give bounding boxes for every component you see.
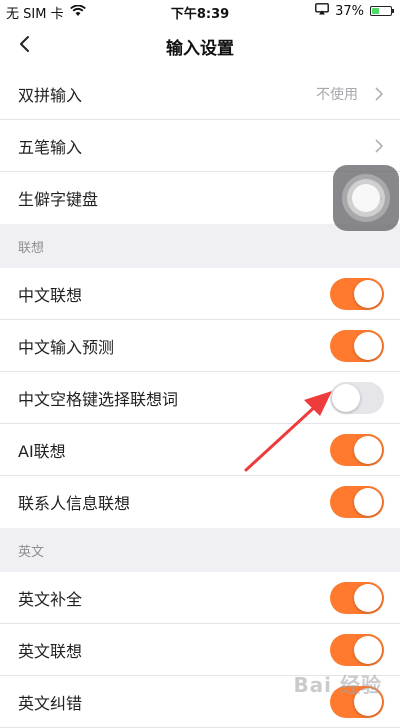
row-value: 不使用 <box>316 86 358 103</box>
row-label: 生僻字键盘 <box>18 190 99 209</box>
status-bar: 无 SIM 卡 下午8:39 37% <box>0 0 400 22</box>
page-title: 输入设置 <box>166 39 234 59</box>
settings-row-wubi[interactable]: 五笔输入 <box>0 120 400 172</box>
row-label: AI联想 <box>18 441 66 461</box>
english-completion-toggle[interactable] <box>330 581 384 614</box>
row-label: 联系人信息联想 <box>18 494 131 513</box>
row-label: 英文补全 <box>18 589 83 609</box>
settings-row-english-completion: 英文补全 <box>0 572 400 624</box>
toggle-knob <box>354 331 382 360</box>
battery-icon <box>370 6 394 16</box>
row-label: 中文联想 <box>18 285 83 305</box>
assistive-touch-button[interactable] <box>333 165 399 231</box>
ai-association-toggle[interactable] <box>330 433 384 466</box>
airplay-icon <box>315 3 329 19</box>
battery-level-fill <box>372 8 379 14</box>
chinese-prediction-toggle[interactable] <box>330 329 384 362</box>
section-header-english: 英文 <box>0 528 400 572</box>
row-label: 中文输入预测 <box>18 337 115 357</box>
navigation-bar: 输入设置 <box>0 22 400 68</box>
row-label: 双拼输入 <box>18 85 83 105</box>
toggle-knob <box>354 435 382 464</box>
chevron-right-icon <box>372 138 386 154</box>
english-association-toggle[interactable] <box>330 633 384 666</box>
section-header-association: 联想 <box>0 224 400 268</box>
contact-association-toggle[interactable] <box>330 486 384 518</box>
battery-percent: 37% <box>335 3 364 19</box>
toggle-knob <box>354 279 382 308</box>
row-label: 英文联想 <box>18 641 83 661</box>
toggle-knob <box>332 383 360 412</box>
row-label: 英文纠错 <box>18 693 83 713</box>
assistive-touch-ring <box>352 184 380 212</box>
settings-row-chinese-prediction: 中文输入预测 <box>0 320 400 372</box>
row-label: 五笔输入 <box>18 137 83 157</box>
status-right: 37% <box>315 3 394 19</box>
space-select-association-toggle[interactable] <box>330 381 384 414</box>
row-label: 中文空格键选择联想词 <box>18 389 179 409</box>
settings-row-space-select-association: 中文空格键选择联想词 <box>0 372 400 424</box>
chinese-association-toggle[interactable] <box>330 277 384 310</box>
settings-row-shuangpin[interactable]: 双拼输入 不使用 <box>0 68 400 120</box>
settings-row-contact-association: 联系人信息联想 <box>0 476 400 528</box>
toggle-knob <box>354 635 382 664</box>
settings-row-chinese-association: 中文联想 <box>0 268 400 320</box>
settings-row-ai-association: AI联想 <box>0 424 400 476</box>
chevron-right-icon <box>372 86 386 102</box>
toggle-knob <box>354 583 382 612</box>
toggle-knob <box>354 488 382 516</box>
watermark: Bai 经验 <box>293 673 382 697</box>
